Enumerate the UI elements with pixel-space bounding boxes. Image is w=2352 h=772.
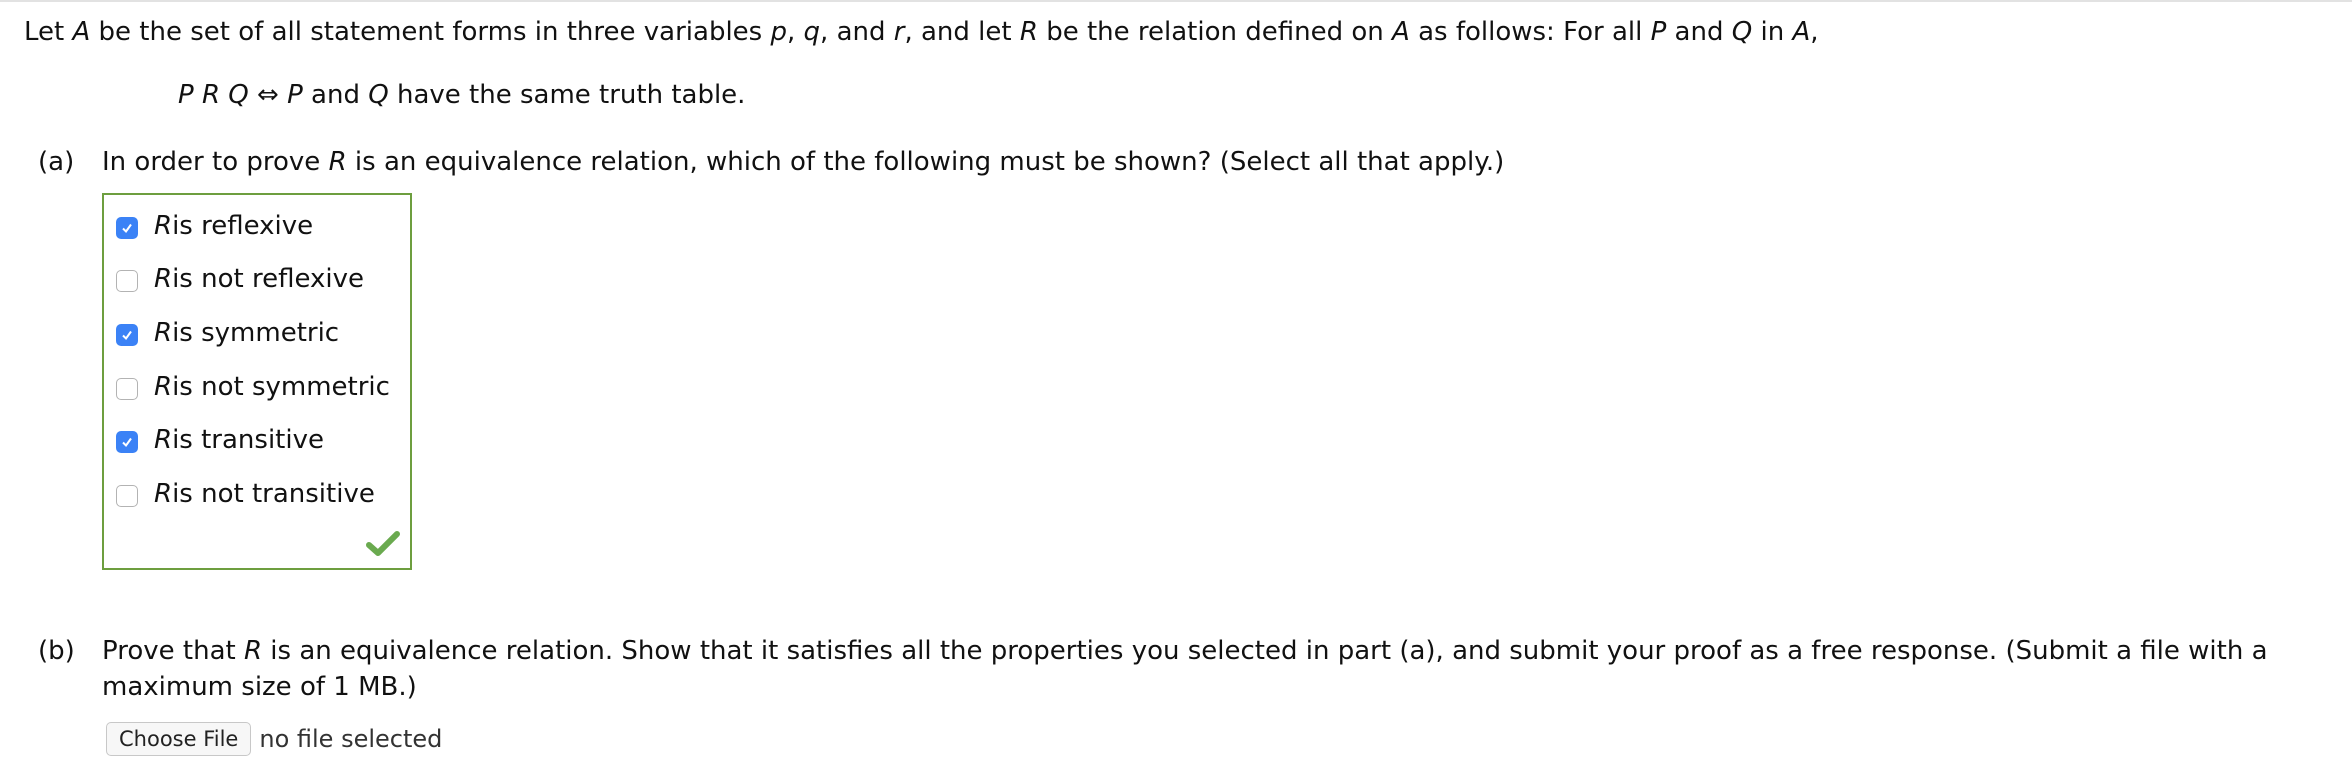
text: Prove that bbox=[102, 636, 244, 666]
text: and bbox=[302, 80, 369, 110]
check-icon bbox=[122, 330, 132, 341]
part-label: (b) bbox=[38, 636, 75, 666]
text: , bbox=[1810, 17, 1819, 47]
checkbox-unchecked[interactable] bbox=[116, 485, 138, 507]
var: R bbox=[328, 147, 347, 177]
text: be the relation defined on bbox=[1037, 17, 1393, 47]
choice-label: is transitive bbox=[172, 425, 324, 455]
var: A bbox=[1392, 17, 1410, 47]
checkbox-checked[interactable] bbox=[116, 431, 138, 453]
var: p bbox=[770, 17, 787, 47]
var: R bbox=[154, 372, 173, 402]
checkbox-checked[interactable] bbox=[116, 217, 138, 239]
text: in bbox=[1752, 17, 1793, 47]
answer-choices-box: R is reflexive R is not reflexive R is s… bbox=[102, 193, 412, 570]
var: R bbox=[201, 80, 221, 110]
var: R bbox=[154, 479, 173, 509]
var: R bbox=[154, 264, 173, 294]
correct-checkmark-icon bbox=[366, 531, 400, 556]
text: is an equivalence relation, which of the… bbox=[346, 147, 1505, 177]
part-b-question: (b) Prove that R is an equivalence relat… bbox=[38, 633, 2352, 705]
choice-label: is not transitive bbox=[172, 479, 375, 509]
var: P bbox=[1650, 17, 1667, 47]
choose-file-button[interactable]: Choose File bbox=[106, 722, 252, 756]
check-icon bbox=[122, 437, 132, 448]
iff-symbol: ⇔ bbox=[257, 80, 279, 110]
top-divider bbox=[0, 0, 2352, 2]
relation-definition: P R Q ⇔ P and Q have the same truth tabl… bbox=[178, 77, 745, 113]
checkbox-unchecked[interactable] bbox=[116, 378, 138, 400]
checkbox-unchecked[interactable] bbox=[116, 270, 138, 292]
check-icon bbox=[122, 223, 132, 234]
part-b-text: Prove that R is an equivalence relation.… bbox=[102, 633, 2352, 705]
text: Let bbox=[24, 17, 73, 47]
part-a-question: (a) In order to prove R is an equivalence… bbox=[38, 144, 1504, 180]
text: be the set of all statement forms in thr… bbox=[90, 17, 771, 47]
var: P bbox=[178, 80, 194, 110]
var: A bbox=[1792, 17, 1811, 47]
file-upload: Choose File no file selected bbox=[106, 722, 442, 756]
text: and bbox=[1666, 17, 1732, 47]
text: In order to prove bbox=[102, 147, 329, 177]
var: R bbox=[1019, 17, 1038, 47]
choice-label: is symmetric bbox=[172, 318, 340, 348]
choice-not-reflexive[interactable]: R is not reflexive bbox=[116, 261, 364, 297]
text: , and bbox=[820, 17, 894, 47]
choice-symmetric[interactable]: R is symmetric bbox=[116, 315, 339, 351]
var: R bbox=[243, 636, 263, 666]
problem-intro: Let A be the set of all statement forms … bbox=[24, 14, 1819, 50]
text: as follows: For all bbox=[1409, 17, 1651, 47]
text: is an equivalence relation. Show that it… bbox=[102, 636, 2268, 702]
var: Q bbox=[368, 80, 389, 110]
text: , and let bbox=[904, 17, 1020, 47]
choice-not-symmetric[interactable]: R is not symmetric bbox=[116, 369, 390, 405]
part-label: (a) bbox=[38, 147, 75, 177]
choice-reflexive[interactable]: R is reflexive bbox=[116, 208, 313, 244]
var: R bbox=[154, 425, 173, 455]
choice-transitive[interactable]: R is transitive bbox=[116, 422, 324, 458]
file-status: no file selected bbox=[259, 725, 443, 753]
text: have the same truth table. bbox=[388, 80, 746, 110]
var: Q bbox=[1731, 17, 1753, 47]
choice-label: is not symmetric bbox=[172, 372, 390, 402]
choice-not-transitive[interactable]: R is not transitive bbox=[116, 476, 375, 512]
var: R bbox=[154, 211, 173, 241]
var: R bbox=[154, 318, 173, 348]
var: r bbox=[893, 17, 905, 47]
text: , bbox=[787, 17, 804, 47]
choice-label: is reflexive bbox=[172, 211, 314, 241]
var: P bbox=[287, 80, 303, 110]
var: Q bbox=[228, 80, 249, 110]
var: A bbox=[72, 17, 91, 47]
var: q bbox=[803, 17, 821, 47]
checkbox-checked[interactable] bbox=[116, 324, 138, 346]
choice-label: is not reflexive bbox=[172, 264, 364, 294]
